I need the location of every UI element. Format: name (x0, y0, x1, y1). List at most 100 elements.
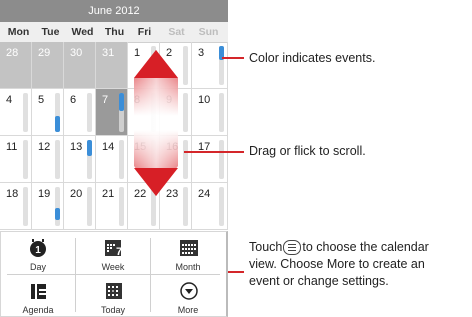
event-bar (23, 93, 28, 132)
scroll-callout-line (184, 151, 244, 153)
day-number: 3 (198, 47, 205, 59)
day-label: Day (29, 262, 46, 272)
day-number: 24 (198, 188, 211, 200)
day-cell[interactable]: 19 (32, 183, 64, 230)
day-number: 6 (70, 94, 77, 106)
event-marker (55, 208, 60, 221)
day-cell[interactable]: 3 (192, 42, 228, 89)
day-cell[interactable]: 12 (32, 136, 64, 183)
phone-screen: June 2012 Mon Tue Wed Thu Fri Sat Sun 28… (0, 0, 228, 317)
menu-callout-text: view. Choose More to create an (249, 257, 425, 271)
day-cell[interactable]: 5 (32, 89, 64, 136)
day-cell[interactable]: 30 (64, 42, 96, 89)
view-menu-drawer: 1 Day 7 Week Month Agenda Today More (0, 231, 228, 317)
menu-callout-text: Touch (249, 240, 283, 254)
day-number: 20 (70, 188, 83, 200)
day-cell[interactable]: 11 (0, 136, 32, 183)
day-cell[interactable]: 4 (0, 89, 32, 136)
menu-callout-text: event or change settings. (249, 274, 389, 288)
day-cell[interactable]: 14 (96, 136, 128, 183)
day-cell[interactable]: 13 (64, 136, 96, 183)
day-number: 21 (102, 188, 115, 200)
week-view-button[interactable]: 7 Week (76, 232, 150, 275)
more-button[interactable]: More (151, 275, 225, 317)
event-bar (119, 187, 124, 226)
event-bar (87, 187, 92, 226)
event-bar (219, 140, 224, 179)
agenda-view-button[interactable]: Agenda (1, 275, 75, 317)
month-title: June 2012 (0, 0, 228, 22)
event-bar (119, 93, 124, 132)
month-view-button[interactable]: Month (151, 232, 225, 275)
day-cell[interactable]: 18 (0, 183, 32, 230)
today-label: Today (100, 305, 126, 315)
day-number: 4 (6, 94, 13, 106)
day-number: 10 (198, 94, 211, 106)
agenda-icon (31, 284, 46, 299)
day-cell[interactable]: 21 (96, 183, 128, 230)
scroll-arrows-icon[interactable] (128, 48, 184, 198)
day-icon: 1 (30, 239, 46, 257)
weekday-label: Fri (137, 26, 152, 38)
weekday-label: Wed (71, 26, 94, 38)
day-number: 11 (6, 141, 18, 153)
day-cell[interactable]: 29 (32, 42, 64, 89)
day-cell[interactable]: 31 (96, 42, 128, 89)
week-label: Week (101, 262, 125, 272)
weekday-label: Mon (7, 26, 30, 38)
day-number: 18 (6, 188, 19, 200)
day-cell[interactable]: 7 (96, 89, 128, 136)
day-cell[interactable]: 17 (192, 136, 228, 183)
month-grid[interactable]: 2829303112345678910111213141516171819202… (0, 42, 228, 231)
more-icon (180, 282, 198, 300)
month-icon (180, 240, 198, 256)
events-callout: Color indicates events. (249, 51, 376, 65)
day-number: 12 (38, 141, 51, 153)
day-number: 7 (102, 94, 109, 106)
weekday-label: Sat (168, 26, 185, 38)
event-bar (23, 187, 28, 226)
agenda-label: Agenda (22, 305, 54, 315)
event-bar (55, 187, 60, 226)
menu-callout-line (228, 271, 244, 273)
weekday-label: Tue (41, 26, 60, 38)
day-number: 13 (70, 141, 83, 153)
day-number: 29 (38, 47, 51, 59)
day-number: 5 (38, 94, 45, 106)
events-callout-line (222, 57, 244, 59)
weekday-label: Thu (104, 26, 125, 38)
day-view-button[interactable]: 1 Day (1, 232, 75, 275)
day-number: 28 (6, 47, 19, 59)
day-cell[interactable]: 24 (192, 183, 228, 230)
weekday-label: Sun (198, 26, 219, 38)
day-number: 30 (70, 47, 83, 59)
event-bar (55, 93, 60, 132)
day-number: 19 (38, 188, 51, 200)
event-bar (219, 46, 224, 85)
event-marker (87, 140, 92, 156)
event-bar (87, 93, 92, 132)
day-cell[interactable]: 6 (64, 89, 96, 136)
day-cell[interactable]: 20 (64, 183, 96, 230)
day-number: 31 (102, 47, 115, 59)
event-bar (119, 140, 124, 179)
scroll-callout: Drag or flick to scroll. (249, 144, 366, 158)
event-marker (119, 93, 124, 111)
event-bar (55, 140, 60, 179)
day-number: 14 (102, 141, 115, 153)
day-cell[interactable]: 28 (0, 42, 32, 89)
menu-callout: Touch to choose the calendar view. Choose… (249, 239, 472, 290)
weekday-header: Mon Tue Wed Thu Fri Sat Sun (0, 22, 228, 43)
menu-callout-text: to choose the calendar (302, 240, 429, 254)
svg-text:1: 1 (35, 245, 41, 256)
event-bar (219, 93, 224, 132)
menu-key-icon (283, 240, 302, 256)
more-label: More (177, 305, 199, 315)
event-bar (87, 140, 92, 179)
svg-text:7: 7 (116, 246, 122, 258)
today-button[interactable]: Today (76, 275, 150, 317)
day-cell[interactable]: 10 (192, 89, 228, 136)
week-icon: 7 (105, 240, 122, 258)
month-label: Month (175, 262, 201, 272)
event-bar (23, 140, 28, 179)
